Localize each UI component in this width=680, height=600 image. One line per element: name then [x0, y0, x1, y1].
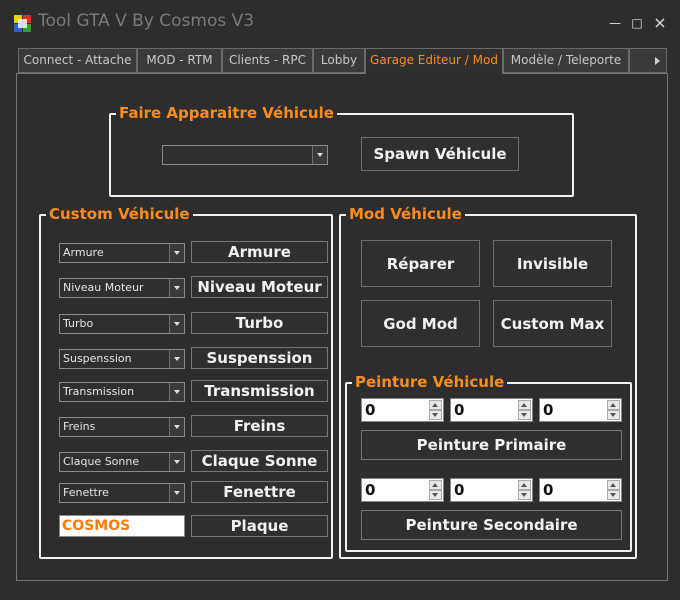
spin-up-icon[interactable]: [607, 400, 620, 410]
primary-paint-stepper-0[interactable]: 0: [361, 398, 444, 422]
custom-select-3[interactable]: Suspenssion: [59, 349, 185, 369]
close-button[interactable]: ×: [651, 14, 669, 32]
tab-lobby[interactable]: Lobby: [313, 48, 365, 73]
spin-up-icon[interactable]: [429, 400, 442, 410]
custom-apply-button-5[interactable]: Freins: [191, 415, 328, 437]
tab-mod-rtm[interactable]: MOD - RTM: [137, 48, 222, 73]
custom-select-value: Suspenssion: [63, 352, 132, 365]
chevron-down-icon: [312, 146, 327, 164]
custom-apply-button-2[interactable]: Turbo: [191, 312, 328, 334]
secondary-paint-stepper-1[interactable]: 0: [450, 478, 533, 502]
secondary-paint-stepper-0[interactable]: 0: [361, 478, 444, 502]
spin-down-icon[interactable]: [607, 490, 620, 500]
plaque-button[interactable]: Plaque: [191, 515, 328, 537]
primary-paint-value: 0: [365, 401, 376, 419]
spin-down-icon[interactable]: [518, 410, 531, 420]
custom-select-value: Fenettre: [63, 486, 109, 499]
custom-select-value: Turbo: [63, 317, 94, 330]
vehicle-select[interactable]: [162, 145, 328, 165]
title-bar: Tool GTA V By Cosmos V3 — □ ×: [0, 0, 680, 44]
custom-select-value: Armure: [63, 246, 104, 259]
chevron-down-icon: [169, 350, 184, 368]
custom-apply-button-3[interactable]: Suspenssion: [191, 347, 328, 369]
tab-modele-teleporte[interactable]: Modèle / Teleporte: [503, 48, 629, 73]
chevron-down-icon: [169, 383, 184, 401]
spin-up-icon[interactable]: [429, 480, 442, 490]
primary-paint-stepper-2[interactable]: 0: [539, 398, 622, 422]
spawn-vehicle-legend: Faire Apparaitre Véhicule: [116, 104, 337, 122]
custom-select-0[interactable]: Armure: [59, 243, 185, 263]
god-mode-button[interactable]: God Mod: [361, 300, 480, 347]
chevron-down-icon: [169, 244, 184, 262]
primary-paint-button[interactable]: Peinture Primaire: [361, 430, 622, 460]
spin-down-icon[interactable]: [429, 410, 442, 420]
secondary-paint-value: 0: [543, 481, 554, 499]
repair-button[interactable]: Réparer: [361, 240, 480, 287]
primary-paint-value: 0: [454, 401, 465, 419]
secondary-paint-value: 0: [454, 481, 465, 499]
tab-scroll-right-button[interactable]: [629, 48, 667, 73]
spin-down-icon[interactable]: [429, 490, 442, 500]
spin-up-icon[interactable]: [607, 480, 620, 490]
invisible-button[interactable]: Invisible: [493, 240, 612, 287]
tab-clients-rpc[interactable]: Clients - RPC: [222, 48, 313, 73]
spawn-vehicle-button[interactable]: Spawn Véhicule: [361, 137, 519, 171]
custom-apply-button-7[interactable]: Fenettre: [191, 481, 328, 503]
spin-up-icon[interactable]: [518, 480, 531, 490]
custom-select-5[interactable]: Freins: [59, 417, 185, 437]
chevron-down-icon: [169, 484, 184, 502]
primary-paint-stepper-1[interactable]: 0: [450, 398, 533, 422]
secondary-paint-stepper-2[interactable]: 0: [539, 478, 622, 502]
custom-select-1[interactable]: Niveau Moteur: [59, 278, 185, 298]
custom-apply-button-1[interactable]: Niveau Moteur: [191, 276, 328, 298]
spin-down-icon[interactable]: [607, 410, 620, 420]
secondary-paint-value: 0: [365, 481, 376, 499]
chevron-down-icon: [169, 315, 184, 333]
custom-select-value: Transmission: [63, 385, 135, 398]
secondary-paint-button[interactable]: Peinture Secondaire: [361, 510, 622, 540]
custom-max-button[interactable]: Custom Max: [493, 300, 612, 347]
maximize-button[interactable]: □: [628, 14, 646, 32]
minimize-button[interactable]: —: [606, 14, 624, 32]
spin-up-icon[interactable]: [518, 400, 531, 410]
window-title: Tool GTA V By Cosmos V3: [38, 11, 255, 31]
custom-select-value: Freins: [63, 420, 96, 433]
custom-select-2[interactable]: Turbo: [59, 314, 185, 334]
custom-select-value: Niveau Moteur: [63, 281, 144, 294]
custom-select-6[interactable]: Claque Sonne: [59, 452, 185, 472]
custom-apply-button-0[interactable]: Armure: [191, 241, 328, 263]
chevron-down-icon: [169, 279, 184, 297]
chevron-down-icon: [169, 453, 184, 471]
custom-select-value: Claque Sonne: [63, 455, 140, 468]
custom-apply-button-4[interactable]: Transmission: [191, 380, 328, 402]
spin-down-icon[interactable]: [518, 490, 531, 500]
custom-select-7[interactable]: Fenettre: [59, 483, 185, 503]
plaque-input[interactable]: COSMOS: [59, 515, 185, 537]
chevron-down-icon: [169, 418, 184, 436]
custom-select-4[interactable]: Transmission: [59, 382, 185, 402]
mod-vehicle-legend: Mod Véhicule: [346, 205, 465, 223]
custom-vehicle-legend: Custom Véhicule: [46, 205, 193, 223]
tab-garage-editeur[interactable]: Garage Editeur / Mod: [365, 48, 503, 74]
paint-vehicle-legend: Peinture Véhicule: [352, 373, 508, 391]
app-icon: [14, 15, 31, 32]
primary-paint-value: 0: [543, 401, 554, 419]
custom-apply-button-6[interactable]: Claque Sonne: [191, 450, 328, 472]
tab-connect-attache[interactable]: Connect - Attache: [18, 48, 137, 73]
